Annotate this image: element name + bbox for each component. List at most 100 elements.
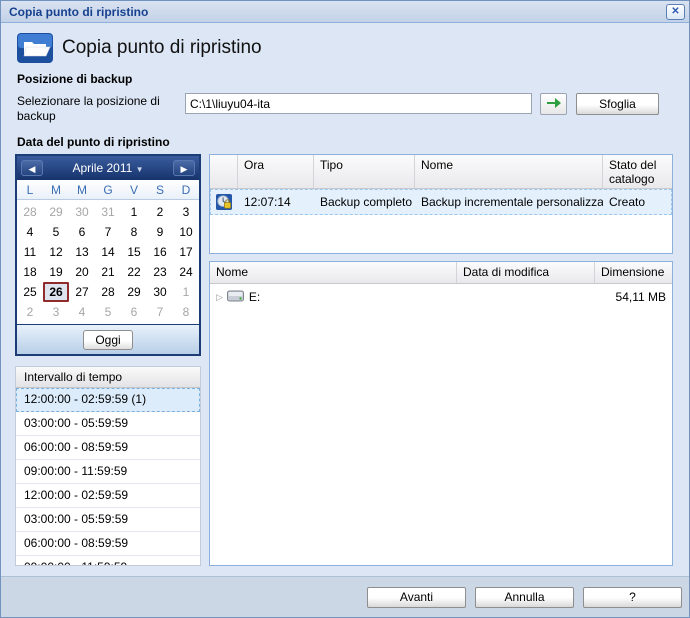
- backup-point-row[interactable]: 12:07:14 Backup completo Backup incremen…: [210, 189, 672, 215]
- calendar-day[interactable]: 28: [95, 282, 121, 302]
- chevron-left-icon: ◀: [29, 164, 36, 174]
- calendar-day[interactable]: 30: [147, 282, 173, 302]
- backup-row-stato: Creato: [603, 195, 672, 209]
- time-interval-row[interactable]: 03:00:00 - 05:59:59: [16, 412, 200, 436]
- time-interval-row[interactable]: 09:00:00 - 11:59:59: [16, 556, 200, 566]
- day-header: G: [95, 183, 121, 197]
- dialog-header: Copia punto di ripristino: [17, 33, 673, 63]
- calendar-header: ◀ Aprile 2011 ▼ ▶: [17, 156, 199, 180]
- backup-row-nome: Backup incrementale personalizzato: [415, 195, 603, 209]
- time-interval-row[interactable]: 03:00:00 - 05:59:59: [16, 508, 200, 532]
- calendar-day-headers: L M M G V S D: [17, 180, 199, 200]
- calendar-day[interactable]: 30: [69, 202, 95, 222]
- calendar-day[interactable]: 23: [147, 262, 173, 282]
- calendar-day[interactable]: 8: [173, 302, 199, 322]
- calendar-day[interactable]: 15: [121, 242, 147, 262]
- backup-table-header: Ora Tipo Nome Stato del catalogo: [210, 155, 672, 189]
- calendar-day[interactable]: 5: [95, 302, 121, 322]
- chevron-down-icon: ▼: [136, 165, 144, 174]
- calendar-prev-button[interactable]: ◀: [21, 160, 43, 176]
- chevron-right-icon: ▶: [181, 164, 188, 174]
- calendar-day[interactable]: 4: [17, 222, 43, 242]
- calendar-day[interactable]: 1: [173, 282, 199, 302]
- calendar-grid: 2829303112345678910111213141516171819202…: [17, 200, 199, 324]
- calendar-day[interactable]: 1: [121, 202, 147, 222]
- calendar-day[interactable]: 7: [147, 302, 173, 322]
- drive-row[interactable]: ▷ E: 54,11 MB: [210, 284, 672, 310]
- calendar-day[interactable]: 14: [95, 242, 121, 262]
- browse-button[interactable]: Sfoglia: [576, 93, 659, 115]
- column-header-data-modifica[interactable]: Data di modifica: [457, 262, 595, 283]
- time-interval-row[interactable]: 06:00:00 - 08:59:59: [16, 436, 200, 460]
- next-button[interactable]: Avanti: [367, 587, 466, 608]
- column-header-nome2[interactable]: Nome: [210, 262, 457, 283]
- time-interval-row[interactable]: 12:00:00 - 02:59:59: [16, 484, 200, 508]
- drive-size: 54,11 MB: [595, 290, 672, 304]
- calendar-day[interactable]: 11: [17, 242, 43, 262]
- calendar-day[interactable]: 3: [173, 202, 199, 222]
- calendar-day[interactable]: 13: [69, 242, 95, 262]
- calendar-day[interactable]: 6: [121, 302, 147, 322]
- calendar-day[interactable]: 18: [17, 262, 43, 282]
- column-header-tipo[interactable]: Tipo: [314, 155, 415, 188]
- time-interval-row[interactable]: 06:00:00 - 08:59:59: [16, 532, 200, 556]
- main-area: ◀ Aprile 2011 ▼ ▶ L M M G V S D 28293031…: [15, 154, 673, 566]
- calendar-day[interactable]: 4: [69, 302, 95, 322]
- calendar-day[interactable]: 6: [69, 222, 95, 242]
- calendar-next-button[interactable]: ▶: [173, 160, 195, 176]
- calendar-footer: Oggi: [17, 324, 199, 354]
- help-button[interactable]: ?: [583, 587, 682, 608]
- column-header-dimensione[interactable]: Dimensione: [595, 262, 672, 283]
- column-header-nome[interactable]: Nome: [415, 155, 603, 188]
- calendar-day[interactable]: 24: [173, 262, 199, 282]
- calendar-day[interactable]: 19: [43, 262, 69, 282]
- calendar-day[interactable]: 28: [17, 202, 43, 222]
- calendar-day[interactable]: 5: [43, 222, 69, 242]
- calendar-day[interactable]: 29: [121, 282, 147, 302]
- go-button[interactable]: [540, 93, 567, 115]
- calendar-day[interactable]: 29: [43, 202, 69, 222]
- calendar-day[interactable]: 21: [95, 262, 121, 282]
- cancel-button[interactable]: Annulla: [475, 587, 574, 608]
- calendar-day[interactable]: 25: [17, 282, 43, 302]
- calendar-month-label: Aprile 2011: [72, 161, 132, 175]
- calendar-day[interactable]: 10: [173, 222, 199, 242]
- calendar-day[interactable]: 9: [147, 222, 173, 242]
- time-interval-row[interactable]: 12:00:00 - 02:59:59 (1): [16, 388, 200, 412]
- day-header: M: [43, 183, 69, 197]
- calendar-day[interactable]: 2: [17, 302, 43, 322]
- time-interval-header: Intervallo di tempo: [16, 367, 200, 388]
- restore-date-section-title: Data del punto di ripristino: [17, 135, 673, 149]
- window-title: Copia punto di ripristino: [9, 5, 666, 19]
- calendar-day[interactable]: 3: [43, 302, 69, 322]
- calendar-day[interactable]: 7: [95, 222, 121, 242]
- calendar-day[interactable]: 12: [43, 242, 69, 262]
- calendar-day[interactable]: 31: [95, 202, 121, 222]
- backup-path-input[interactable]: [185, 93, 532, 114]
- backup-location-section-title: Posizione di backup: [17, 72, 673, 86]
- calendar-day-selected[interactable]: 26: [43, 282, 69, 302]
- calendar-day[interactable]: 8: [121, 222, 147, 242]
- calendar-day[interactable]: 16: [147, 242, 173, 262]
- calendar-day[interactable]: 2: [147, 202, 173, 222]
- today-button[interactable]: Oggi: [83, 330, 132, 350]
- close-icon: ✕: [671, 6, 679, 17]
- backup-clock-icon: [210, 193, 238, 211]
- calendar-day[interactable]: 20: [69, 262, 95, 282]
- time-interval-row[interactable]: 09:00:00 - 11:59:59: [16, 460, 200, 484]
- column-header-icon[interactable]: [210, 155, 238, 188]
- calendar-month-dropdown[interactable]: Aprile 2011 ▼: [43, 161, 173, 175]
- column-header-stato[interactable]: Stato del catalogo: [603, 155, 672, 188]
- expand-triangle-icon[interactable]: ▷: [216, 292, 223, 303]
- calendar-day[interactable]: 17: [173, 242, 199, 262]
- close-button[interactable]: ✕: [666, 4, 685, 20]
- calendar-day[interactable]: 27: [69, 282, 95, 302]
- day-header: S: [147, 183, 173, 197]
- backup-points-table: Ora Tipo Nome Stato del catalogo: [209, 154, 673, 254]
- calendar-day[interactable]: 22: [121, 262, 147, 282]
- day-header: D: [173, 183, 199, 197]
- dialog-content: Copia punto di ripristino Posizione di b…: [1, 23, 689, 577]
- title-bar: Copia punto di ripristino ✕: [1, 1, 689, 23]
- time-interval-list: 12:00:00 - 02:59:59 (1)03:00:00 - 05:59:…: [16, 388, 200, 566]
- column-header-ora[interactable]: Ora: [238, 155, 314, 188]
